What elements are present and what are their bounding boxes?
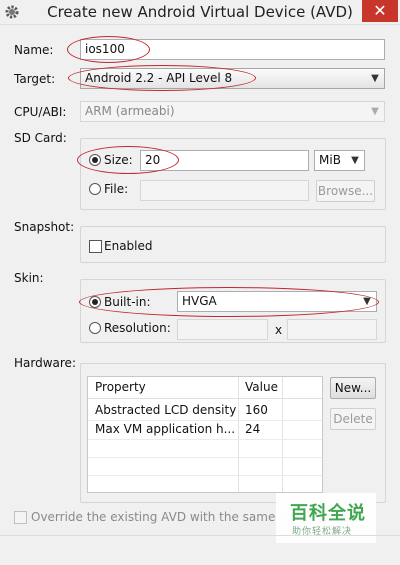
column-header-property[interactable]: Property — [95, 380, 146, 394]
cpu-abi-select-value: ARM (armeabi) — [85, 104, 175, 118]
skin-resolution-label: Resolution: — [104, 321, 171, 335]
column-header-value[interactable]: Value — [245, 380, 278, 394]
cpu-abi-select[interactable]: ARM (armeabi) ▼ — [80, 101, 385, 122]
sd-unit-value: MiB — [319, 153, 341, 167]
chevron-down-icon: ▼ — [371, 73, 379, 84]
row-divider — [88, 439, 322, 440]
sd-card-label: SD Card: — [14, 131, 67, 145]
sd-file-label: File: — [104, 182, 129, 196]
name-input[interactable]: ios100 — [80, 39, 385, 60]
sd-size-label: Size: — [104, 153, 133, 167]
chevron-down-icon: ▼ — [351, 155, 359, 166]
snapshot-enabled-checkbox[interactable] — [89, 240, 102, 253]
window-title: Create new Android Virtual Device (AVD) — [47, 3, 353, 21]
skin-builtin-radio[interactable] — [89, 296, 101, 308]
target-select[interactable]: Android 2.2 - API Level 8 ▼ — [80, 68, 385, 89]
skin-label: Skin: — [14, 271, 44, 285]
row-value: 160 — [245, 403, 268, 417]
skin-resolution-radio[interactable] — [89, 322, 101, 334]
sd-size-radio[interactable] — [89, 154, 101, 166]
override-checkbox[interactable] — [14, 511, 27, 524]
chevron-down-icon: ▼ — [371, 106, 379, 117]
row-divider — [88, 420, 322, 421]
watermark-main-text: 百科全说 — [290, 503, 366, 524]
table-header: Property Value — [88, 377, 322, 399]
chevron-down-icon: ▼ — [363, 296, 371, 307]
snapshot-label: Snapshot: — [14, 220, 75, 234]
skin-builtin-value: HVGA — [182, 294, 217, 308]
resolution-width-input[interactable] — [177, 319, 268, 340]
name-label: Name: — [14, 43, 54, 57]
hardware-label: Hardware: — [14, 356, 76, 370]
sd-file-radio[interactable] — [89, 183, 101, 195]
row-property: Abstracted LCD density — [95, 403, 237, 417]
cpu-abi-label: CPU/ABI: — [14, 105, 67, 119]
delete-property-button[interactable]: Delete — [330, 408, 376, 430]
browse-button[interactable]: Browse... — [316, 180, 375, 202]
sd-size-input[interactable]: 20 — [140, 150, 309, 171]
resolution-x-label: x — [275, 323, 283, 337]
override-label: Override the existing AVD with the same … — [31, 510, 287, 524]
row-divider — [88, 475, 322, 476]
snapshot-enabled-label: Enabled — [104, 239, 153, 253]
hardware-table: Property Value Abstracted LCD density 16… — [87, 376, 323, 493]
sd-file-input[interactable] — [140, 180, 309, 201]
title-bar: Create new Android Virtual Device (AVD) … — [0, 0, 400, 25]
sd-unit-select[interactable]: MiB ▼ — [314, 150, 365, 171]
skin-builtin-select[interactable]: HVGA ▼ — [177, 291, 377, 312]
row-value: 24 — [245, 422, 261, 436]
skin-builtin-label: Built-in: — [104, 295, 151, 309]
bottom-divider — [0, 535, 400, 536]
row-property: Max VM application h... — [95, 422, 236, 436]
close-button[interactable]: ✕ — [362, 0, 398, 22]
target-label: Target: — [14, 72, 56, 86]
new-property-button[interactable]: New... — [330, 377, 376, 399]
row-divider — [88, 457, 322, 458]
resolution-height-input[interactable] — [287, 319, 377, 340]
target-select-value: Android 2.2 - API Level 8 — [85, 71, 233, 85]
